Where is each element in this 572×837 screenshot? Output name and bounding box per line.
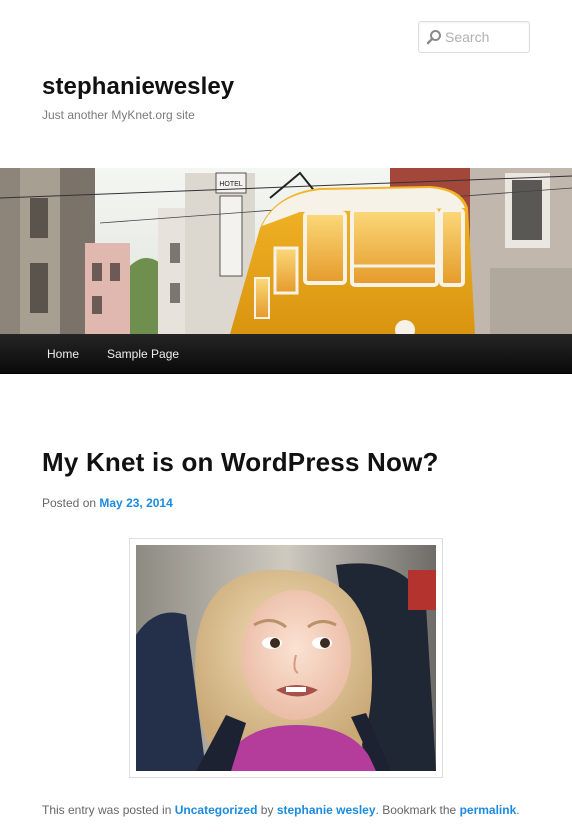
post-title[interactable]: My Knet is on WordPress Now? — [42, 447, 439, 478]
post-image-frame — [129, 538, 443, 778]
nav-item-home[interactable]: Home — [47, 347, 79, 361]
search-input[interactable] — [445, 26, 525, 48]
page: stephaniewesley Just another MyKnet.org … — [0, 0, 572, 837]
search-box[interactable] — [418, 21, 530, 53]
site-title[interactable]: stephaniewesley — [42, 73, 234, 101]
post-date-link[interactable]: May 23, 2014 — [99, 496, 172, 510]
site-description: Just another MyKnet.org site — [42, 108, 195, 122]
main-navigation: Home Sample Page — [0, 334, 572, 374]
post-footer: This entry was posted in Uncategorized b… — [42, 803, 520, 817]
author-link[interactable]: stephanie wesley — [277, 803, 376, 817]
search-icon — [426, 30, 441, 45]
post-meta: Posted on May 23, 2014 — [42, 496, 173, 510]
footer-by: by — [260, 803, 274, 817]
footer-bookmark: . Bookmark the — [375, 803, 457, 817]
svg-text:HOTEL: HOTEL — [219, 181, 242, 188]
category-link[interactable]: Uncategorized — [175, 803, 258, 817]
permalink-link[interactable]: permalink — [460, 803, 517, 817]
post-image[interactable] — [136, 545, 436, 771]
footer-prefix: This entry was posted in — [42, 803, 172, 817]
header-image[interactable]: HOTEL — [0, 168, 572, 334]
posted-on-label: Posted on — [42, 496, 97, 510]
nav-item-sample-page[interactable]: Sample Page — [107, 347, 179, 361]
footer-end: . — [516, 803, 520, 817]
